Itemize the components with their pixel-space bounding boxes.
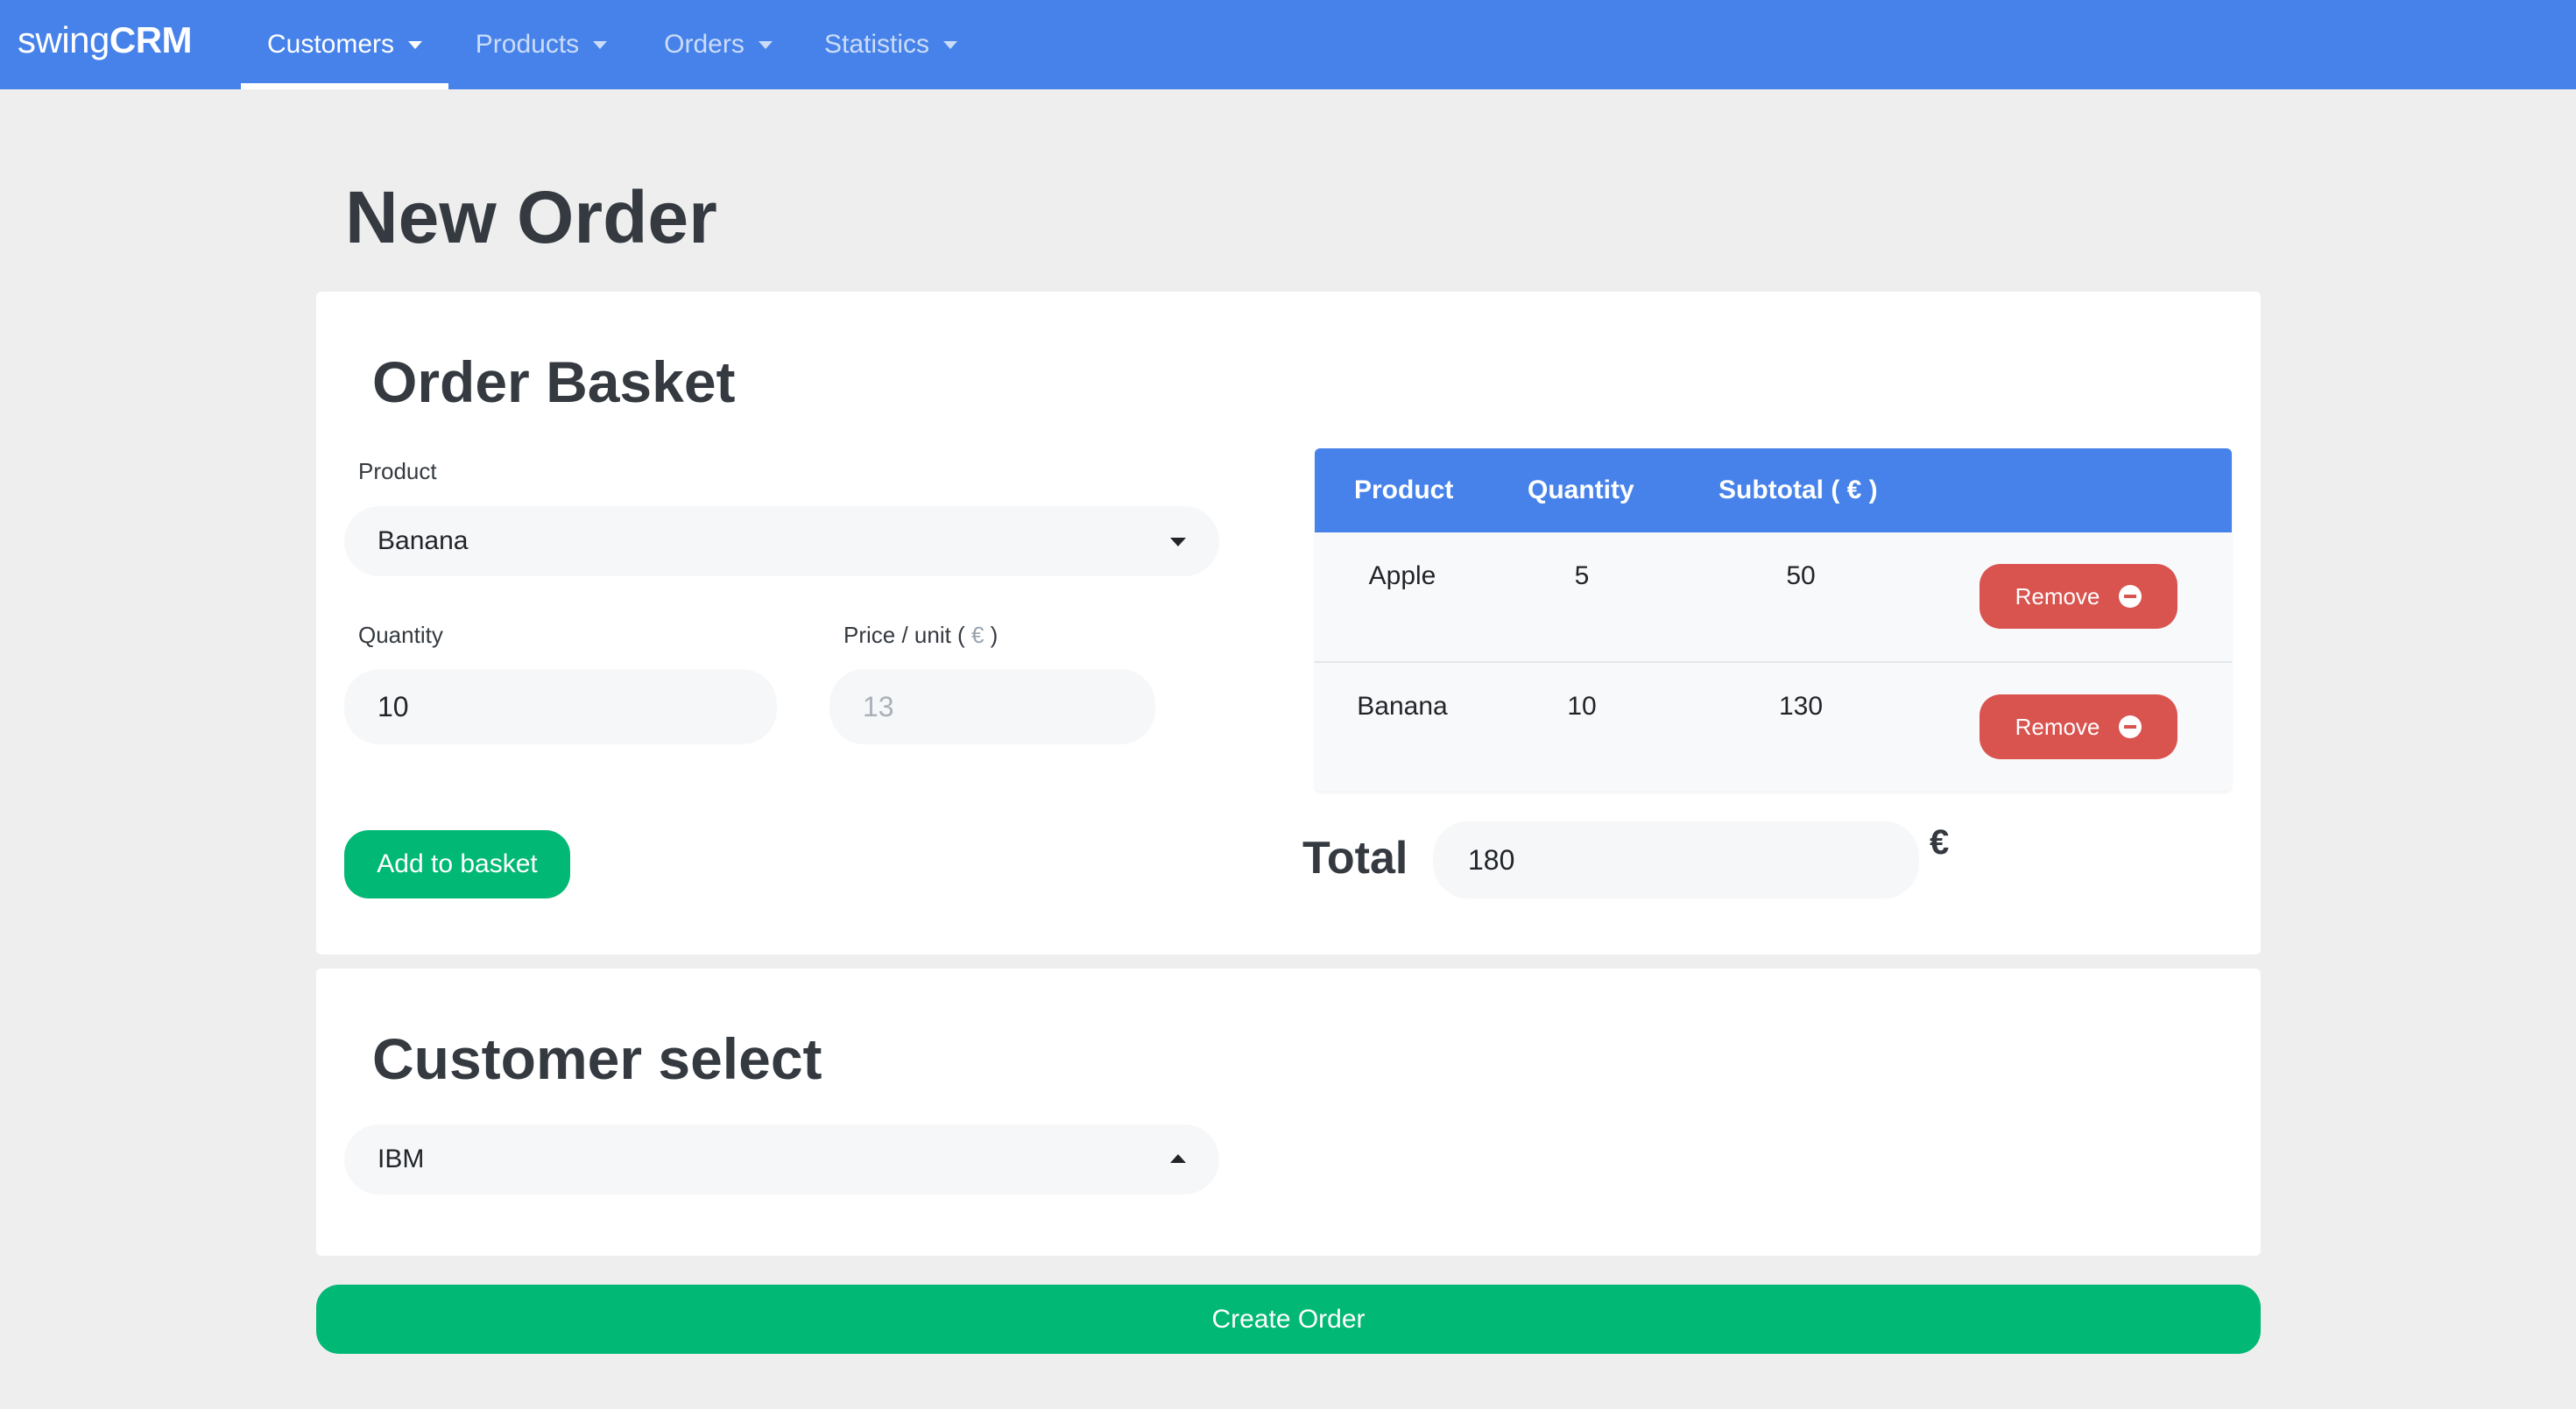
chevron-down-icon	[593, 40, 608, 49]
nav-statistics[interactable]: Statistics	[816, 0, 965, 89]
header-quantity: Quantity	[1528, 476, 1634, 504]
remove-button[interactable]: Remove	[1980, 564, 2177, 629]
caret-down-icon	[1170, 538, 1186, 546]
brand-logo[interactable]: swingCRM	[18, 19, 193, 61]
total-label: Total	[1302, 833, 1408, 884]
euro-sign: €	[1930, 823, 1950, 862]
cell-product: Apple	[1368, 561, 1436, 590]
customer-select[interactable]: IBM	[344, 1124, 1219, 1194]
price-unit-label-text: Price / unit (	[843, 622, 965, 648]
product-select-value: Banana	[378, 526, 469, 555]
price-unit-label-end: )	[990, 622, 999, 648]
order-basket-title: Order Basket	[372, 349, 736, 414]
quantity-input-value: 10	[378, 690, 409, 722]
remove-button-label: Remove	[2015, 582, 2100, 609]
minus-circle-icon	[2119, 715, 2142, 738]
chevron-down-icon	[408, 40, 423, 49]
price-unit-input: 13	[829, 669, 1155, 744]
add-to-basket-button[interactable]: Add to basket	[344, 830, 570, 898]
nav-statistics-label: Statistics	[823, 30, 930, 59]
price-unit-value: 13	[863, 690, 894, 722]
create-order-button[interactable]: Create Order	[316, 1285, 2261, 1354]
brand-light: swing	[18, 19, 109, 60]
header-subtotal: Subtotal ( € )	[1719, 476, 1878, 504]
nav-orders[interactable]: Orders	[648, 0, 788, 89]
total-field: 180	[1433, 821, 1919, 898]
nav-customers-label: Customers	[266, 30, 395, 59]
caret-up-icon	[1170, 1154, 1186, 1163]
customer-select-card	[316, 969, 2261, 1256]
remove-button-label: Remove	[2015, 713, 2100, 740]
cell-quantity: 5	[1574, 561, 1590, 590]
cell-subtotal: 50	[1786, 561, 1816, 590]
nav-orders-label: Orders	[664, 30, 745, 59]
cell-product: Banana	[1357, 692, 1448, 721]
minus-circle-icon	[2119, 585, 2142, 608]
quantity-input[interactable]: 10	[344, 669, 777, 744]
nav-customers[interactable]: Customers	[241, 0, 448, 89]
chevron-down-icon	[943, 40, 958, 49]
price-unit-label: Price / unit ( € )	[843, 622, 998, 649]
basket-table-header: Product Quantity Subtotal ( € )	[1315, 448, 2232, 532]
total-value: 180	[1468, 843, 1515, 876]
brand-bold: CRM	[109, 19, 193, 60]
nav-products[interactable]: Products	[462, 0, 620, 89]
top-navbar: swingCRM Customers Products Orders Stati…	[0, 0, 2576, 89]
header-product: Product	[1354, 476, 1454, 504]
customer-select-value: IBM	[378, 1145, 425, 1173]
nav-products-label: Products	[475, 30, 580, 59]
chevron-down-icon	[758, 40, 773, 49]
basket-table: Product Quantity Subtotal ( € ) Apple 5 …	[1315, 448, 2232, 791]
table-row: Apple 5 50 Remove	[1315, 532, 2232, 661]
page-title: New Order	[345, 176, 717, 258]
quantity-label: Quantity	[358, 622, 443, 648]
cell-subtotal: 130	[1778, 692, 1824, 721]
product-select[interactable]: Banana	[344, 506, 1219, 576]
product-label: Product	[358, 458, 437, 484]
remove-button[interactable]: Remove	[1980, 694, 2177, 759]
price-unit-currency: €	[964, 622, 991, 648]
table-row: Banana 10 130 Remove	[1315, 661, 2232, 790]
customer-select-title: Customer select	[372, 1026, 822, 1091]
cell-quantity: 10	[1567, 692, 1597, 721]
